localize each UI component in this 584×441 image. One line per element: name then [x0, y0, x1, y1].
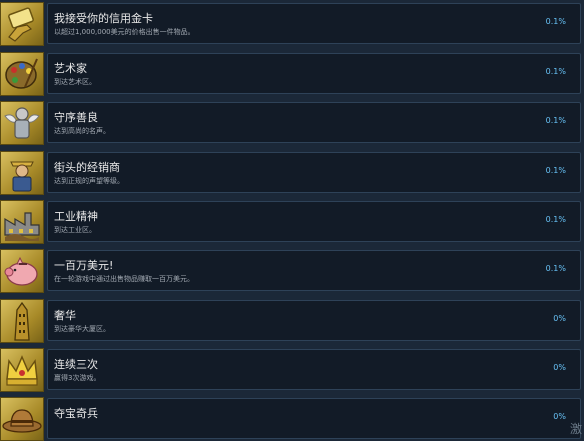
achievement-percent: 0%: [553, 412, 566, 421]
achievement-title: 夺宝奇兵: [54, 407, 98, 420]
achievement-percent: 0.1%: [545, 264, 566, 273]
achievement-row[interactable]: 一百万美元! 在一轮游戏中通过出售物品赚取一百万美元。 0.1%: [0, 249, 584, 293]
achievement-row[interactable]: 连续三次 赢得3次游戏。 0%: [0, 348, 584, 392]
achievement-panel: 艺术家 到达艺术区。 0.1%: [47, 53, 581, 94]
achievement-percent: 0.1%: [545, 215, 566, 224]
achievement-title: 艺术家: [54, 62, 87, 75]
achievement-row[interactable]: 奢华 到达豪华大厦区。 0%: [0, 299, 584, 343]
achievement-description: 在一轮游戏中通过出售物品赚取一百万美元。: [54, 275, 194, 283]
achievement-percent: 0.1%: [545, 67, 566, 76]
achievement-row[interactable]: 我接受你的信用金卡 以超过1,000,000美元的价格出售一件物品。 0.1%: [0, 2, 584, 46]
achievement-row[interactable]: 夺宝奇兵 0%: [0, 397, 584, 441]
achievement-title: 一百万美元!: [54, 259, 114, 272]
achievement-title: 连续三次: [54, 358, 98, 371]
street-dealer-icon: [0, 151, 44, 195]
explorer-hat-icon: [0, 397, 44, 441]
achievement-row[interactable]: 街头的经销商 达到正规的声望等级。 0.1%: [0, 151, 584, 195]
achievement-panel: 连续三次 赢得3次游戏。 0%: [47, 349, 581, 390]
achievement-panel: 街头的经销商 达到正规的声望等级。 0.1%: [47, 152, 581, 193]
piggy-bank-icon: [0, 249, 44, 293]
achievement-percent: 0%: [553, 314, 566, 323]
crown-icon: [0, 348, 44, 392]
credit-card-hand-icon: [0, 2, 44, 46]
achievement-row[interactable]: 艺术家 到达艺术区。 0.1%: [0, 52, 584, 96]
achievement-description: 到达工业区。: [54, 226, 96, 234]
achievement-description: 达到高尚的名声。: [54, 127, 110, 135]
achievement-percent: 0.1%: [545, 116, 566, 125]
achievement-panel: 守序善良 达到高尚的名声。 0.1%: [47, 102, 581, 143]
achievement-row[interactable]: 守序善良 达到高尚的名声。 0.1%: [0, 101, 584, 145]
luxury-tower-icon: [0, 299, 44, 343]
achievement-title: 街头的经销商: [54, 161, 120, 174]
achievement-title: 工业精神: [54, 210, 98, 223]
achievement-panel: 我接受你的信用金卡 以超过1,000,000美元的价格出售一件物品。 0.1%: [47, 3, 581, 44]
achievement-panel: 工业精神 到达工业区。 0.1%: [47, 201, 581, 242]
achievement-description: 到达艺术区。: [54, 78, 96, 86]
achievement-description: 到达豪华大厦区。: [54, 325, 110, 333]
paint-palette-icon: [0, 52, 44, 96]
achievement-panel: 夺宝奇兵 0%: [47, 398, 581, 439]
achievement-percent: 0.1%: [545, 17, 566, 26]
achievement-percent: 0%: [553, 363, 566, 372]
achievement-title: 我接受你的信用金卡: [54, 12, 153, 25]
achievement-title: 奢华: [54, 309, 76, 322]
achievement-panel: 奢华 到达豪华大厦区。 0%: [47, 300, 581, 341]
angel-knight-icon: [0, 101, 44, 145]
corner-watermark-text: 激: [569, 422, 582, 436]
achievement-description: 赢得3次游戏。: [54, 374, 101, 382]
achievement-percent: 0.1%: [545, 166, 566, 175]
factory-icon: [0, 200, 44, 244]
achievement-description: 以超过1,000,000美元的价格出售一件物品。: [54, 28, 195, 36]
achievement-title: 守序善良: [54, 111, 98, 124]
achievement-row[interactable]: 工业精神 到达工业区。 0.1%: [0, 200, 584, 244]
achievement-description: 达到正规的声望等级。: [54, 177, 124, 185]
achievement-panel: 一百万美元! 在一轮游戏中通过出售物品赚取一百万美元。 0.1%: [47, 250, 581, 291]
